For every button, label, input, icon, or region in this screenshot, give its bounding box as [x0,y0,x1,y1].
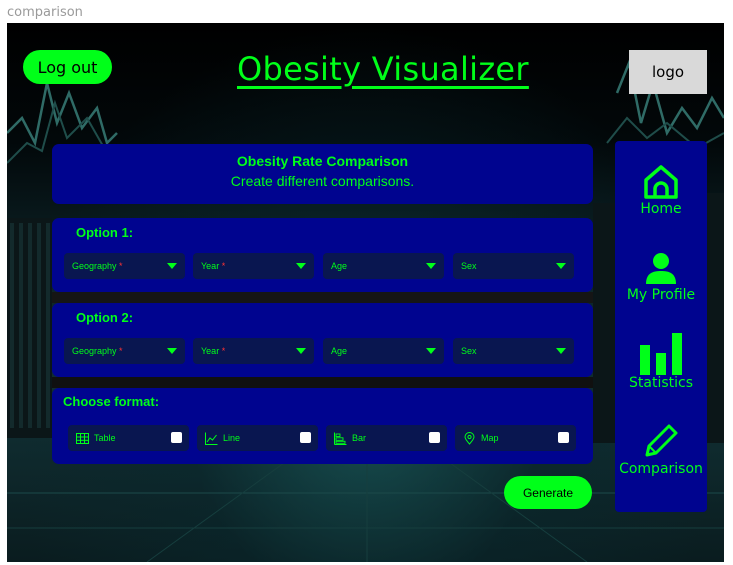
home-icon [644,165,678,199]
table-icon [76,433,89,444]
dropdown-label: Year [201,261,220,271]
sidebar-nav: Home My Profile Statistics Comparison [615,141,707,512]
logout-button[interactable]: Log out [23,50,112,84]
sidebar-item-label: Statistics [629,375,693,391]
option-1-geography-dropdown[interactable]: Geography * [64,253,185,279]
sidebar-item-profile[interactable]: My Profile [615,249,707,303]
sidebar-item-comparison[interactable]: Comparison [615,421,707,477]
caret-down-icon [167,348,177,354]
page-title: Obesity Rate Comparison [236,153,409,169]
required-marker: * [119,261,123,271]
sidebar-item-statistics[interactable]: Statistics [615,331,707,391]
pencil-icon [645,424,678,457]
dropdown-label: Age [331,346,348,356]
sidebar-item-label: My Profile [626,287,696,303]
summary-panel: Obesity Rate Comparison Create different… [52,144,593,204]
dropdown-label: Year [201,346,220,356]
option-1-title: Option 1: [76,225,134,240]
option-1-panel: Option 1: Geography * Year * Age Sex [52,218,593,292]
format-option-bar[interactable]: Bar [326,425,447,451]
option-2-panel: Option 2: Geography * Year * Age Sex [52,303,593,377]
dropdown-label: Geography [72,261,117,271]
generate-button[interactable]: Generate [504,476,592,509]
page-subtitle: Create different comparisons. [230,173,415,189]
option-1-year-dropdown[interactable]: Year * [193,253,314,279]
required-marker: * [221,261,226,271]
format-option-line[interactable]: Line [197,425,318,451]
format-label: Table [94,433,116,443]
option-2-year-dropdown[interactable]: Year * [193,338,314,364]
table-checkbox[interactable] [171,432,182,443]
dropdown-label: Sex [461,346,477,356]
bar-chart-icon [334,432,347,445]
map-pin-icon [464,432,475,445]
sidebar-item-label: Comparison [619,461,703,477]
caret-down-icon [556,348,566,354]
caret-down-icon [556,263,566,269]
option-2-geography-dropdown[interactable]: Geography * [64,338,185,364]
format-option-map[interactable]: Map [455,425,576,451]
caret-down-icon [296,348,306,354]
option-1-sex-dropdown[interactable]: Sex [453,253,574,279]
frame-label: comparison [7,5,83,20]
option-1-age-dropdown[interactable]: Age [323,253,444,279]
dropdown-label: Age [331,261,348,271]
dropdown-label: Sex [461,261,477,271]
format-label: Map [481,433,499,443]
required-marker: * [119,346,123,356]
line-checkbox[interactable] [300,432,311,443]
bar-checkbox[interactable] [429,432,440,443]
caret-down-icon [426,348,436,354]
line-chart-icon [205,432,218,445]
caret-down-icon [296,263,306,269]
format-label: Bar [352,433,367,443]
caret-down-icon [426,263,436,269]
sidebar-item-home[interactable]: Home [615,163,707,217]
user-icon [646,253,676,284]
required-marker: * [221,346,226,356]
dropdown-label: Geography [72,346,117,356]
option-2-age-dropdown[interactable]: Age [323,338,444,364]
caret-down-icon [167,263,177,269]
format-title: Choose format: [63,394,160,409]
option-2-title: Option 2: [76,310,134,325]
sidebar-item-label: Home [640,201,682,217]
logo: logo [629,50,707,94]
format-panel: Choose format: Table Line Bar Map [52,388,593,464]
format-option-table[interactable]: Table [68,425,189,451]
statistics-icon [640,333,682,375]
format-label: Line [223,433,241,443]
app-canvas: Log out Obesity Visualizer logo Obesity … [7,23,724,562]
app-title: Obesity Visualizer [237,50,529,88]
option-2-sex-dropdown[interactable]: Sex [453,338,574,364]
map-checkbox[interactable] [558,432,569,443]
